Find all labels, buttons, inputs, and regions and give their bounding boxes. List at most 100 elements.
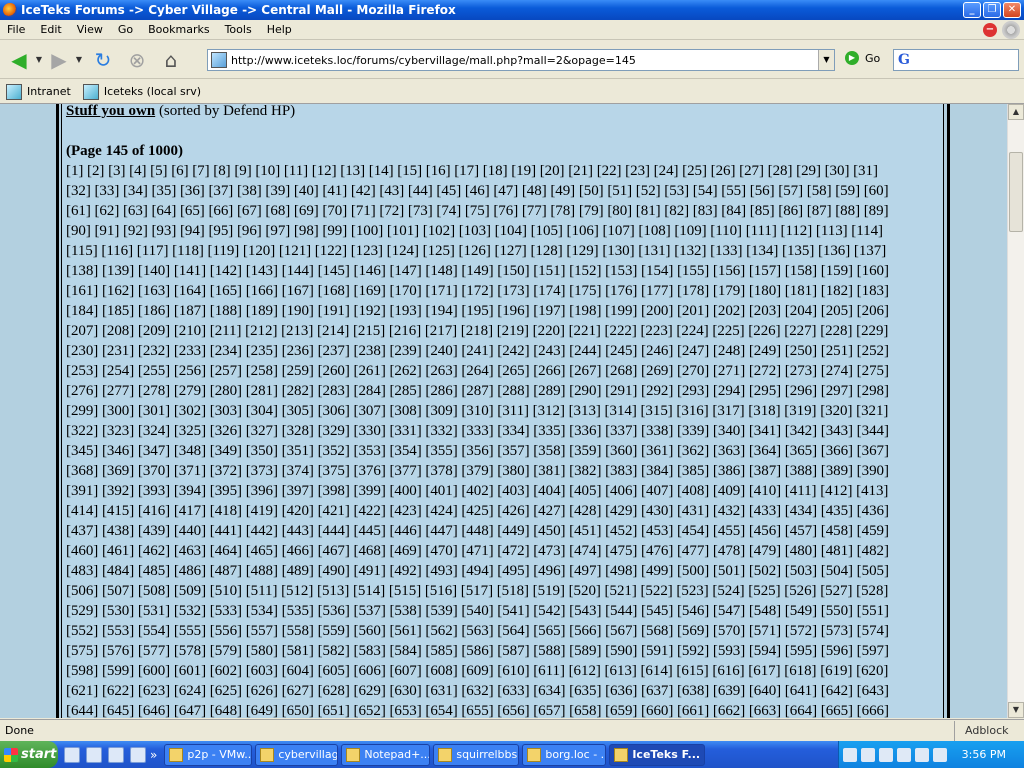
page-links-row[interactable]: [161] [162] [163] [164] [165] [166] [167… (66, 281, 940, 301)
back-dropdown-icon[interactable]: ▼ (34, 55, 44, 64)
bookmark-iceteks-local[interactable]: Iceteks (local srv) (82, 83, 202, 100)
bookmark-intranet[interactable]: Intranet (6, 83, 71, 100)
tray-extra-icon[interactable] (933, 747, 947, 762)
network-icon[interactable] (861, 747, 875, 762)
menu-edit[interactable]: Edit (33, 23, 69, 36)
home-icon[interactable]: ⌂ (156, 45, 186, 75)
window-title-bar[interactable]: IceTeks Forums -> Cyber Village -> Centr… (0, 0, 1024, 20)
forward-dropdown-icon[interactable]: ▼ (74, 55, 84, 64)
taskbar-task-button[interactable]: squirrelbbs (433, 743, 520, 766)
reload-icon[interactable]: ↻ (88, 45, 118, 75)
page-links-row[interactable]: [460] [461] [462] [463] [464] [465] [466… (66, 541, 940, 561)
task-label: p2p - VMw... (187, 748, 253, 761)
taskbar-task-button[interactable]: IceTeks F... (609, 743, 706, 766)
page-links-row[interactable]: [414] [415] [416] [417] [418] [419] [420… (66, 501, 940, 521)
quicklaunch-firefox-icon[interactable] (86, 746, 102, 763)
right-border-rail (943, 104, 950, 718)
scroll-up-icon[interactable]: ▲ (1008, 104, 1024, 120)
page-links-row[interactable]: [506] [507] [508] [509] [510] [511] [512… (66, 581, 940, 601)
quicklaunch-notepad-icon[interactable] (64, 746, 80, 763)
page-links-row[interactable]: [32] [33] [34] [35] [36] [37] [38] [39] … (66, 181, 940, 201)
page-links-row[interactable]: [90] [91] [92] [93] [94] [95] [96] [97] … (66, 221, 940, 241)
volume-icon[interactable] (843, 747, 857, 762)
page-links-row[interactable]: [483] [484] [485] [486] [487] [488] [489… (66, 561, 940, 581)
start-label: start (21, 747, 57, 762)
menu-view[interactable]: View (70, 23, 111, 36)
url-dropdown-icon[interactable]: ▼ (818, 50, 834, 70)
sort-note: (sorted by Defend HP) (155, 104, 296, 119)
task-label: borg.loc - ... (545, 748, 607, 761)
page-links-row[interactable]: [230] [231] [232] [233] [234] [235] [236… (66, 341, 940, 361)
firefox-icon (3, 3, 17, 17)
messenger-icon[interactable] (897, 747, 911, 762)
back-arrow-icon[interactable]: ◀ (4, 45, 34, 75)
task-app-icon (438, 747, 453, 762)
page-links-row[interactable]: [253] [254] [255] [256] [257] [258] [259… (66, 361, 940, 381)
task-app-icon (169, 747, 184, 762)
page-links-row[interactable]: [644] [645] [646] [647] [648] [649] [650… (66, 701, 940, 718)
quicklaunch-network-icon[interactable] (108, 746, 124, 763)
go-button[interactable]: ▶ Go (845, 51, 880, 65)
scroll-thumb[interactable] (1009, 152, 1023, 232)
search-box[interactable]: G (893, 49, 1019, 71)
page-links-row[interactable]: [575] [576] [577] [578] [579] [580] [581… (66, 641, 940, 661)
page-links-row[interactable]: [299] [300] [301] [302] [303] [304] [305… (66, 401, 940, 421)
url-bar[interactable]: http://www.iceteks.loc/forums/cybervilla… (207, 49, 835, 71)
page-links-row[interactable]: [276] [277] [278] [279] [280] [281] [282… (66, 381, 940, 401)
task-label: IceTeks F... (632, 748, 701, 761)
task-app-icon (527, 747, 542, 762)
forward-arrow-icon[interactable]: ▶ (44, 45, 74, 75)
restore-button[interactable]: ❐ (983, 2, 1001, 18)
url-input[interactable]: http://www.iceteks.loc/forums/cybervilla… (231, 54, 818, 67)
stop-icon[interactable]: ⊗ (122, 45, 152, 75)
taskbar-task-button[interactable]: Notepad+... (341, 743, 431, 766)
bookmark-label: Iceteks (local srv) (103, 85, 202, 98)
page-links-row[interactable]: [1] [2] [3] [4] [5] [6] [7] [8] [9] [10]… (66, 161, 940, 181)
page-links-list: [1] [2] [3] [4] [5] [6] [7] [8] [9] [10]… (66, 161, 940, 718)
menu-help[interactable]: Help (260, 23, 300, 36)
page-links-row[interactable]: [368] [369] [370] [371] [372] [373] [374… (66, 461, 940, 481)
clock: 3:56 PM (961, 748, 1006, 761)
stop-sign-icon: − (983, 23, 997, 37)
page-links-row[interactable]: [115] [116] [117] [118] [119] [120] [121… (66, 241, 940, 261)
page-links-row[interactable]: [322] [323] [324] [325] [326] [327] [328… (66, 421, 940, 441)
content-panel: Stuff you own (sorted by Defend HP) (Pag… (62, 104, 943, 718)
close-button[interactable]: ✕ (1003, 2, 1021, 18)
start-button[interactable]: start (0, 741, 58, 768)
quicklaunch-word-icon[interactable] (130, 746, 146, 763)
page-links-row[interactable]: [598] [599] [600] [601] [602] [603] [604… (66, 661, 940, 681)
google-icon[interactable]: G (898, 52, 910, 68)
page-links-row[interactable]: [621] [622] [623] [624] [625] [626] [627… (66, 681, 940, 701)
page-links-row[interactable]: [529] [530] [531] [532] [533] [534] [535… (66, 601, 940, 621)
scroll-down-icon[interactable]: ▼ (1008, 702, 1024, 718)
status-text: Done (5, 724, 34, 737)
page-links-row[interactable]: [138] [139] [140] [141] [142] [143] [144… (66, 261, 940, 281)
page-links-row[interactable]: [345] [346] [347] [348] [349] [350] [351… (66, 441, 940, 461)
page-content[interactable]: Stuff you own (sorted by Defend HP) (Pag… (0, 104, 1007, 718)
adblock-button[interactable]: Adblock (954, 720, 1024, 741)
page-links-row[interactable]: [391] [392] [393] [394] [395] [396] [397… (66, 481, 940, 501)
page-links-row[interactable]: [552] [553] [554] [555] [556] [557] [558… (66, 621, 940, 641)
security-icon[interactable] (879, 747, 893, 762)
window-title: IceTeks Forums -> Cyber Village -> Centr… (21, 3, 456, 17)
quicklaunch-more-button[interactable]: » (150, 748, 157, 762)
stuff-you-own-link[interactable]: Stuff you own (66, 104, 155, 119)
menu-tools[interactable]: Tools (218, 23, 260, 36)
taskbar-task-button[interactable]: borg.loc - ... (522, 743, 607, 766)
menu-go[interactable]: Go (111, 23, 141, 36)
page-links-row[interactable]: [61] [62] [63] [64] [65] [66] [67] [68] … (66, 201, 940, 221)
vertical-scrollbar[interactable]: ▲ ▼ (1007, 104, 1024, 718)
page-links-row[interactable]: [184] [185] [186] [187] [188] [189] [190… (66, 301, 940, 321)
page-links-row[interactable]: [437] [438] [439] [440] [441] [442] [443… (66, 521, 940, 541)
taskbar-task-button[interactable]: cybervillage (255, 743, 339, 766)
vm-icon[interactable] (915, 747, 929, 762)
taskbar-task-button[interactable]: p2p - VMw... (164, 743, 253, 766)
menu-file[interactable]: File (0, 23, 33, 36)
task-label: cybervillage (278, 748, 339, 761)
go-label: Go (865, 51, 881, 65)
menu-bookmarks[interactable]: Bookmarks (141, 23, 217, 36)
page-favicon-icon (211, 52, 227, 68)
minimize-button[interactable]: _ (963, 2, 981, 18)
system-tray: 3:56 PM (838, 741, 1024, 768)
page-links-row[interactable]: [207] [208] [209] [210] [211] [212] [213… (66, 321, 940, 341)
